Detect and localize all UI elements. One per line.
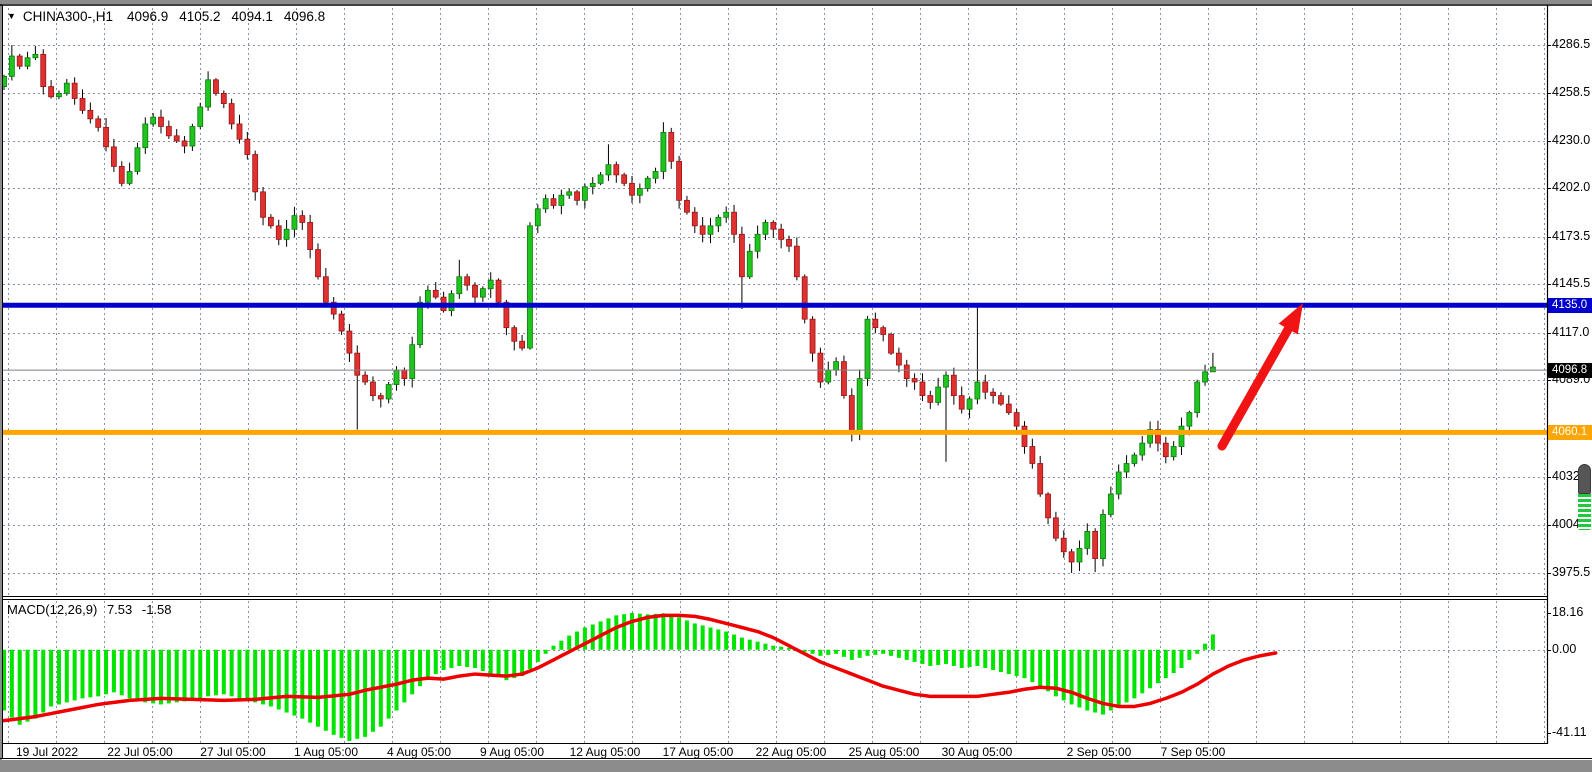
price-axis-label: 4230.0 bbox=[1552, 133, 1590, 147]
time-axis-label: 1 Aug 05:00 bbox=[276, 745, 376, 759]
symbol-timeframe-label[interactable]: CHINA300-,H1 bbox=[23, 9, 113, 24]
ohlc-close-value: 4096.8 bbox=[284, 9, 325, 24]
price-axis-label: 4258.5 bbox=[1552, 85, 1590, 99]
time-axis-label: 27 Jul 05:00 bbox=[183, 745, 283, 759]
trend-arrow[interactable] bbox=[1222, 303, 1303, 446]
trading-chart-window: ▼ CHINA300-,H1 4096.9 4105.2 4094.1 4096… bbox=[0, 0, 1592, 772]
price-axis-label: 4117.0 bbox=[1552, 325, 1589, 339]
level-lines bbox=[3, 305, 1547, 432]
time-axis-label: 30 Aug 05:00 bbox=[927, 745, 1027, 759]
time-axis-label: 12 Aug 05:00 bbox=[555, 745, 655, 759]
price-axis-label: 4173.5 bbox=[1552, 229, 1590, 243]
macd-indicator-label: MACD(12,26,9) 7.53 -1.58 bbox=[7, 602, 178, 617]
symbol-dropdown-icon[interactable]: ▼ bbox=[7, 11, 16, 21]
time-axis-label: 19 Jul 2022 bbox=[0, 745, 97, 759]
macd-signal-value: -1.58 bbox=[142, 602, 172, 617]
price-axis-label: 4286.5 bbox=[1552, 37, 1590, 51]
candlesticks bbox=[2, 45, 1216, 573]
last-price-flag: 4096.8 bbox=[1548, 363, 1592, 378]
time-axis-label: 22 Aug 05:00 bbox=[741, 745, 841, 759]
time-axis-label: 4 Aug 05:00 bbox=[369, 745, 469, 759]
macd-axis-label: 18.16 bbox=[1552, 605, 1583, 619]
time-axis-label: 7 Sep 05:00 bbox=[1143, 745, 1243, 759]
grid-lines bbox=[3, 8, 1547, 743]
chart-canvas[interactable] bbox=[0, 0, 1592, 772]
time-axis-label: 9 Aug 05:00 bbox=[462, 745, 562, 759]
time-axis-label: 25 Aug 05:00 bbox=[834, 745, 934, 759]
macd-main-value: 7.53 bbox=[107, 602, 132, 617]
price-axis-label: 4145.5 bbox=[1552, 276, 1590, 290]
time-axis-label: 22 Jul 05:00 bbox=[90, 745, 190, 759]
macd-name-label: MACD(12,26,9) bbox=[7, 602, 97, 617]
scrollbar-stripes bbox=[1578, 494, 1591, 530]
support-price-flag: 4060.1 bbox=[1548, 425, 1592, 440]
price-axis-label: 3975.5 bbox=[1552, 565, 1590, 579]
ohlc-open-value: 4096.9 bbox=[127, 9, 168, 24]
scrollbar-grip bbox=[1578, 464, 1591, 494]
scrollbar-thumb[interactable] bbox=[1578, 464, 1591, 530]
macd-axis-label: -41.11 bbox=[1552, 725, 1587, 739]
macd-axis-label: 0.00 bbox=[1552, 642, 1576, 656]
time-axis-label: 2 Sep 05:00 bbox=[1049, 745, 1149, 759]
symbol-info-bar: ▼ CHINA300-,H1 4096.9 4105.2 4094.1 4096… bbox=[7, 9, 336, 24]
price-axis-label: 4202.0 bbox=[1552, 180, 1590, 194]
ohlc-low-value: 4094.1 bbox=[232, 9, 273, 24]
resistance-price-flag: 4135.0 bbox=[1548, 298, 1592, 313]
time-axis-label: 17 Aug 05:00 bbox=[648, 745, 748, 759]
ohlc-high-value: 4105.2 bbox=[179, 9, 220, 24]
